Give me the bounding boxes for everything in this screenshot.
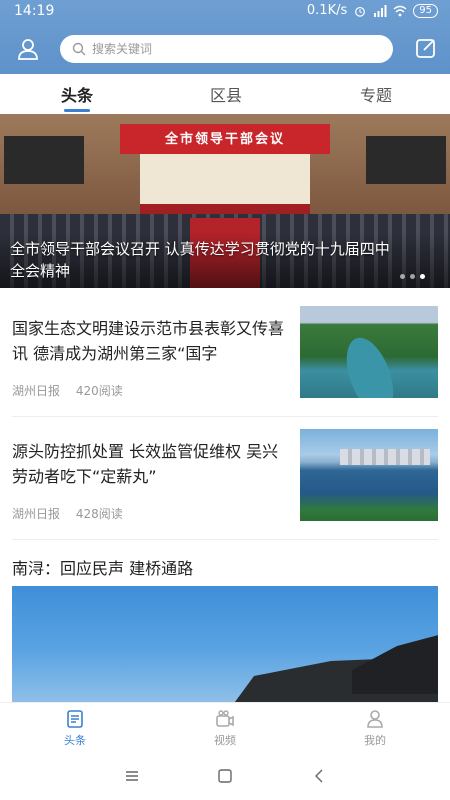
banner-carousel[interactable]: 全市领导干部会议 全市领导干部会议召开 认真传达学习贯彻党的十九届四中全会精神 (0, 114, 450, 288)
tab-districts[interactable]: 区县 (196, 82, 256, 106)
app-screen: 14:19 0.1K/s 95 搜索关键词 头条 区县 专题 全市领导干部会议 … (0, 0, 450, 800)
banner-stage-text: 全市领导干部会议 (164, 132, 285, 147)
thumbnail-river (337, 331, 403, 398)
news-reads: 420阅读 (75, 384, 123, 398)
divider (12, 416, 438, 417)
tab-topics[interactable]: 专题 (346, 82, 406, 106)
nav-item-profile[interactable]: 我的 (345, 709, 405, 748)
banner-stage-curtain (140, 154, 310, 208)
news-thumbnail[interactable] (300, 429, 438, 521)
nav-item-headline[interactable]: 头条 (45, 709, 105, 748)
divider (12, 539, 438, 540)
network-speed: 0.1K/s (306, 3, 348, 18)
banner-caption[interactable]: 全市领导干部会议召开 认真传达学习贯彻党的十九届四中全会精神 (10, 238, 390, 282)
status-bar: 14:19 0.1K/s 95 (0, 0, 450, 24)
user-icon[interactable] (16, 37, 40, 61)
search-bar[interactable] (60, 35, 393, 63)
back-icon[interactable] (311, 768, 327, 784)
carousel-dots (400, 274, 425, 279)
status-indicators: 0.1K/s 95 (307, 3, 438, 18)
nav-label: 我的 (364, 734, 386, 747)
search-input[interactable] (92, 42, 362, 56)
news-thumbnail[interactable] (300, 306, 438, 398)
video-icon (216, 710, 234, 727)
feature-image-roof (352, 634, 438, 694)
nav-label: 头条 (64, 734, 86, 747)
home-icon[interactable] (217, 768, 233, 784)
news-reads: 428阅读 (75, 507, 123, 521)
thumbnail-skyline (340, 449, 430, 465)
news-source: 湖州日报 (12, 384, 61, 398)
status-time: 14:19 (14, 3, 55, 19)
banner-image-screen-left (4, 136, 84, 184)
headline-icon (67, 710, 83, 728)
edit-icon[interactable] (414, 36, 438, 60)
news-title[interactable]: 源头防控抓处置 长效监管促维权 吴兴劳动者吃下“定薪丸” (12, 439, 290, 489)
feature-image[interactable] (12, 586, 438, 702)
tab-headline[interactable]: 头条 (47, 82, 107, 106)
news-item[interactable]: 国家生态文明建设示范市县表彰又传喜讯 德清成为湖州第三家“国字 湖州日报 420… (0, 306, 450, 428)
news-meta: 湖州日报 428阅读 (12, 505, 135, 522)
banner-image-screen-right (366, 136, 446, 184)
news-item[interactable]: 源头防控抓处置 长效监管促维权 吴兴劳动者吃下“定薪丸” 湖州日报 428阅读 (0, 429, 450, 551)
system-nav-bar (0, 752, 450, 800)
news-title[interactable]: 国家生态文明建设示范市县表彰又传喜讯 德清成为湖州第三家“国字 (12, 316, 290, 366)
news-meta: 湖州日报 420阅读 (12, 382, 135, 399)
carousel-dot[interactable] (400, 274, 405, 279)
search-icon (72, 42, 86, 56)
header: 14:19 0.1K/s 95 (0, 0, 450, 74)
category-tabs: 头条 区县 专题 (0, 74, 450, 114)
news-source: 湖州日报 (12, 507, 61, 521)
carousel-dot-active[interactable] (420, 274, 425, 279)
menu-icon[interactable] (124, 768, 140, 784)
tab-active-indicator (64, 109, 90, 112)
profile-icon (367, 710, 383, 728)
battery-icon: 95 (413, 3, 438, 18)
bottom-nav: 头条 视频 我的 (0, 702, 450, 752)
wifi-icon (393, 5, 407, 16)
carousel-dot[interactable] (410, 274, 415, 279)
nav-label: 视频 (214, 734, 236, 747)
feature-title[interactable]: 南浔：回应民声 建桥通路 (12, 555, 193, 579)
alarm-icon (355, 6, 366, 17)
nav-item-video[interactable]: 视频 (195, 709, 255, 748)
signal-icon (374, 4, 387, 17)
